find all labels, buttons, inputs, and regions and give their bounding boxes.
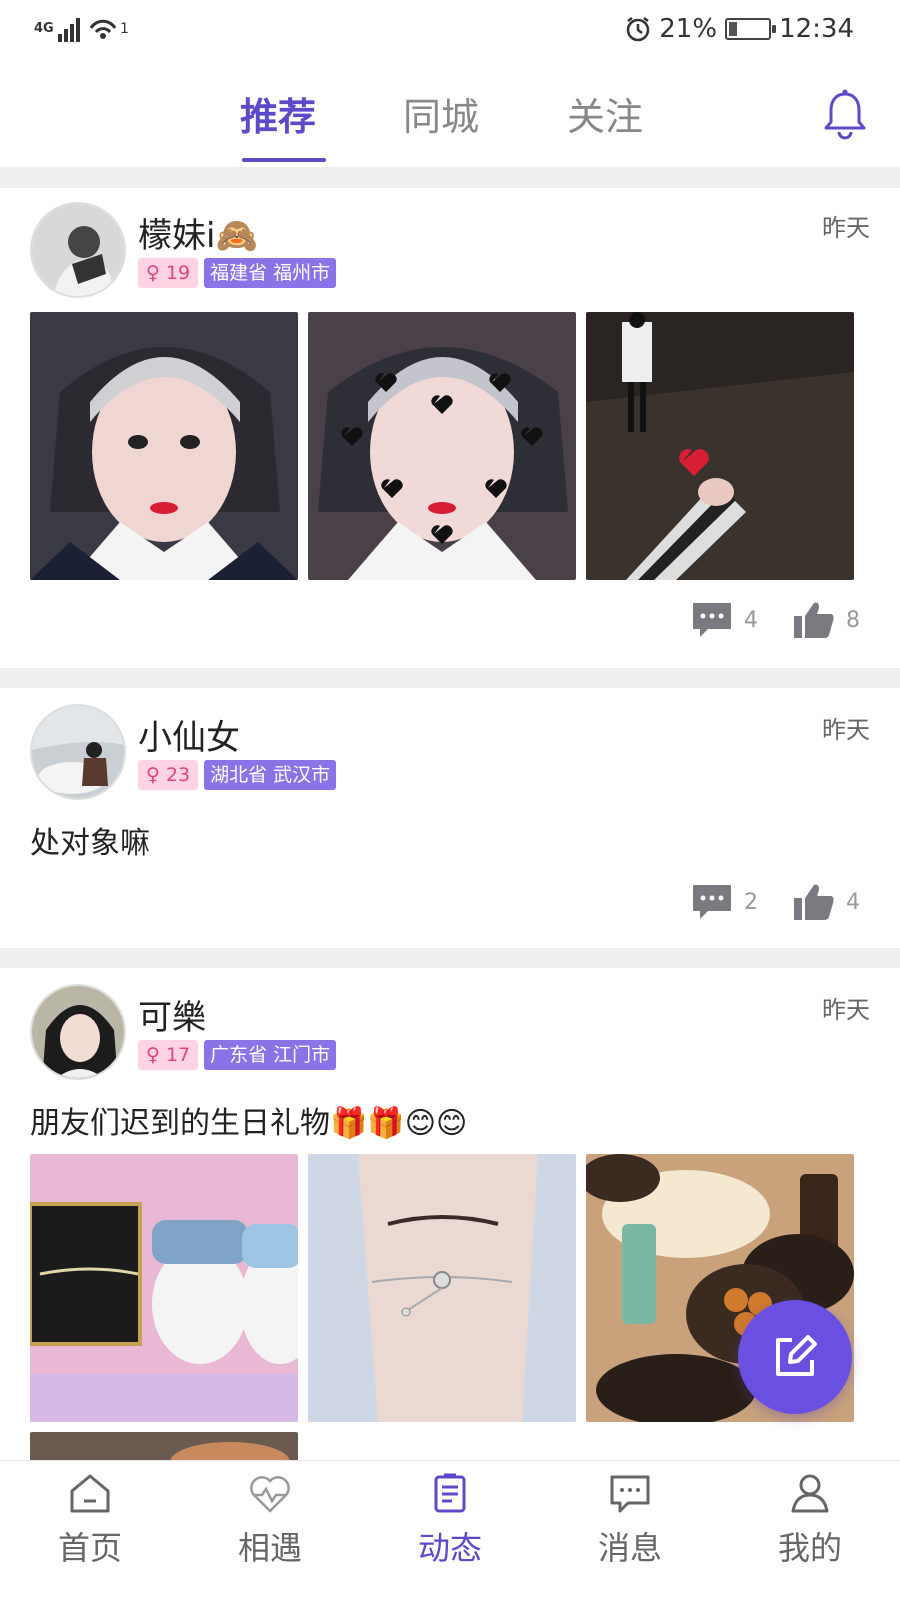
separator xyxy=(0,948,900,968)
post-images xyxy=(30,1154,854,1422)
separator xyxy=(0,168,900,188)
bell-icon[interactable] xyxy=(822,88,868,140)
age-tag: ♀ 23 xyxy=(138,760,199,790)
comment-count: 4 xyxy=(744,607,758,633)
location-tag: 福建省 福州市 xyxy=(204,258,337,288)
post-image[interactable] xyxy=(30,1432,298,1462)
active-tab-indicator xyxy=(242,158,326,162)
status-right: 21% 12:34 xyxy=(625,14,854,44)
nav-moments[interactable]: 动态 xyxy=(360,1461,540,1600)
location-tag: 湖北省 武汉市 xyxy=(204,760,337,790)
user-icon xyxy=(791,1474,829,1513)
username[interactable]: 可樂 xyxy=(138,990,206,1039)
battery-percent: 21% xyxy=(659,14,718,44)
post-actions: 2 4 xyxy=(690,882,860,922)
post-image[interactable] xyxy=(30,1154,298,1422)
nav-label: 相遇 xyxy=(237,1529,302,1567)
separator xyxy=(0,668,900,688)
post-time: 昨天 xyxy=(822,214,870,242)
message-icon xyxy=(610,1475,650,1513)
tab-following[interactable]: 关注 xyxy=(567,86,643,141)
nav-label: 我的 xyxy=(777,1529,842,1567)
comment-button[interactable]: 4 xyxy=(690,600,758,640)
comment-icon xyxy=(693,885,731,919)
comment-button[interactable]: 2 xyxy=(690,882,758,922)
nav-home[interactable]: 首页 xyxy=(0,1461,180,1600)
post-card[interactable]: 檬妹i🙈 昨天 ♀ 19 福建省 福州市 4 8 xyxy=(0,188,900,666)
heart-pulse-icon xyxy=(250,1476,290,1513)
nav-label: 首页 xyxy=(57,1529,122,1567)
like-count: 4 xyxy=(846,889,860,915)
thumbs-up-icon xyxy=(794,884,834,920)
post-text: 处对象嘛 xyxy=(30,826,150,861)
top-tab-bar: 推荐 同城 关注 xyxy=(0,64,900,168)
avatar[interactable] xyxy=(30,704,126,800)
post-actions: 4 8 xyxy=(690,600,860,640)
alarm-icon xyxy=(627,17,650,42)
username[interactable]: 檬妹i🙈 xyxy=(138,208,258,257)
tab-recommend[interactable]: 推荐 xyxy=(240,86,316,141)
like-button[interactable]: 8 xyxy=(792,600,860,640)
location-tag: 广东省 江门市 xyxy=(204,1040,337,1070)
status-bar: 4G 1 21% 12:34 xyxy=(0,0,900,64)
user-tags: ♀ 23 湖北省 武汉市 xyxy=(138,760,337,790)
post-time: 昨天 xyxy=(822,996,870,1024)
wifi-icon xyxy=(89,19,117,39)
home-icon xyxy=(70,1474,110,1513)
like-button[interactable]: 4 xyxy=(792,882,860,922)
nav-label: 消息 xyxy=(597,1529,662,1567)
nav-encounter[interactable]: 相遇 xyxy=(180,1461,360,1600)
post-text: 朋友们迟到的生日礼物🎁🎁😊😊 xyxy=(30,1106,468,1141)
wifi-sup: 1 xyxy=(120,21,129,37)
nav-profile[interactable]: 我的 xyxy=(720,1461,900,1600)
post-time: 昨天 xyxy=(822,716,870,744)
post-card[interactable]: 小仙女 昨天 ♀ 23 湖北省 武汉市 处对象嘛 2 4 xyxy=(0,688,900,946)
age-tag: ♀ 17 xyxy=(138,1040,199,1070)
user-tags: ♀ 17 广东省 江门市 xyxy=(138,1040,337,1070)
post-image[interactable] xyxy=(30,312,298,580)
nav-label: 动态 xyxy=(417,1529,482,1567)
comment-count: 2 xyxy=(744,889,758,915)
post-images xyxy=(30,312,854,580)
thumbs-up-icon xyxy=(794,602,834,638)
avatar[interactable] xyxy=(30,202,126,298)
nav-messages[interactable]: 消息 xyxy=(540,1461,720,1600)
post-image[interactable] xyxy=(586,312,854,580)
status-left: 4G 1 xyxy=(34,16,129,42)
clock: 12:34 xyxy=(779,14,854,44)
post-image[interactable] xyxy=(308,312,576,580)
post-images-row2 xyxy=(30,1432,298,1462)
like-count: 8 xyxy=(846,607,860,633)
moments-icon xyxy=(434,1473,466,1513)
battery-icon xyxy=(725,18,777,40)
bottom-nav: 首页 相遇 动态 消息 我的 xyxy=(0,1460,900,1600)
signal-icon xyxy=(58,16,80,42)
comment-icon xyxy=(693,603,731,637)
user-tags: ♀ 19 福建省 福州市 xyxy=(138,258,337,288)
username[interactable]: 小仙女 xyxy=(138,710,240,759)
tab-same-city[interactable]: 同城 xyxy=(403,86,479,141)
compose-button[interactable] xyxy=(738,1300,852,1414)
network-type: 4G xyxy=(34,21,54,36)
avatar[interactable] xyxy=(30,984,126,1080)
post-image[interactable] xyxy=(308,1154,576,1422)
age-tag: ♀ 19 xyxy=(138,258,199,288)
edit-icon xyxy=(776,1335,817,1376)
app-root: 4G 1 21% 12:34 推荐 同城 关注 檬妹i🙈 昨天 ♀ 19 福建省… xyxy=(0,0,900,1600)
